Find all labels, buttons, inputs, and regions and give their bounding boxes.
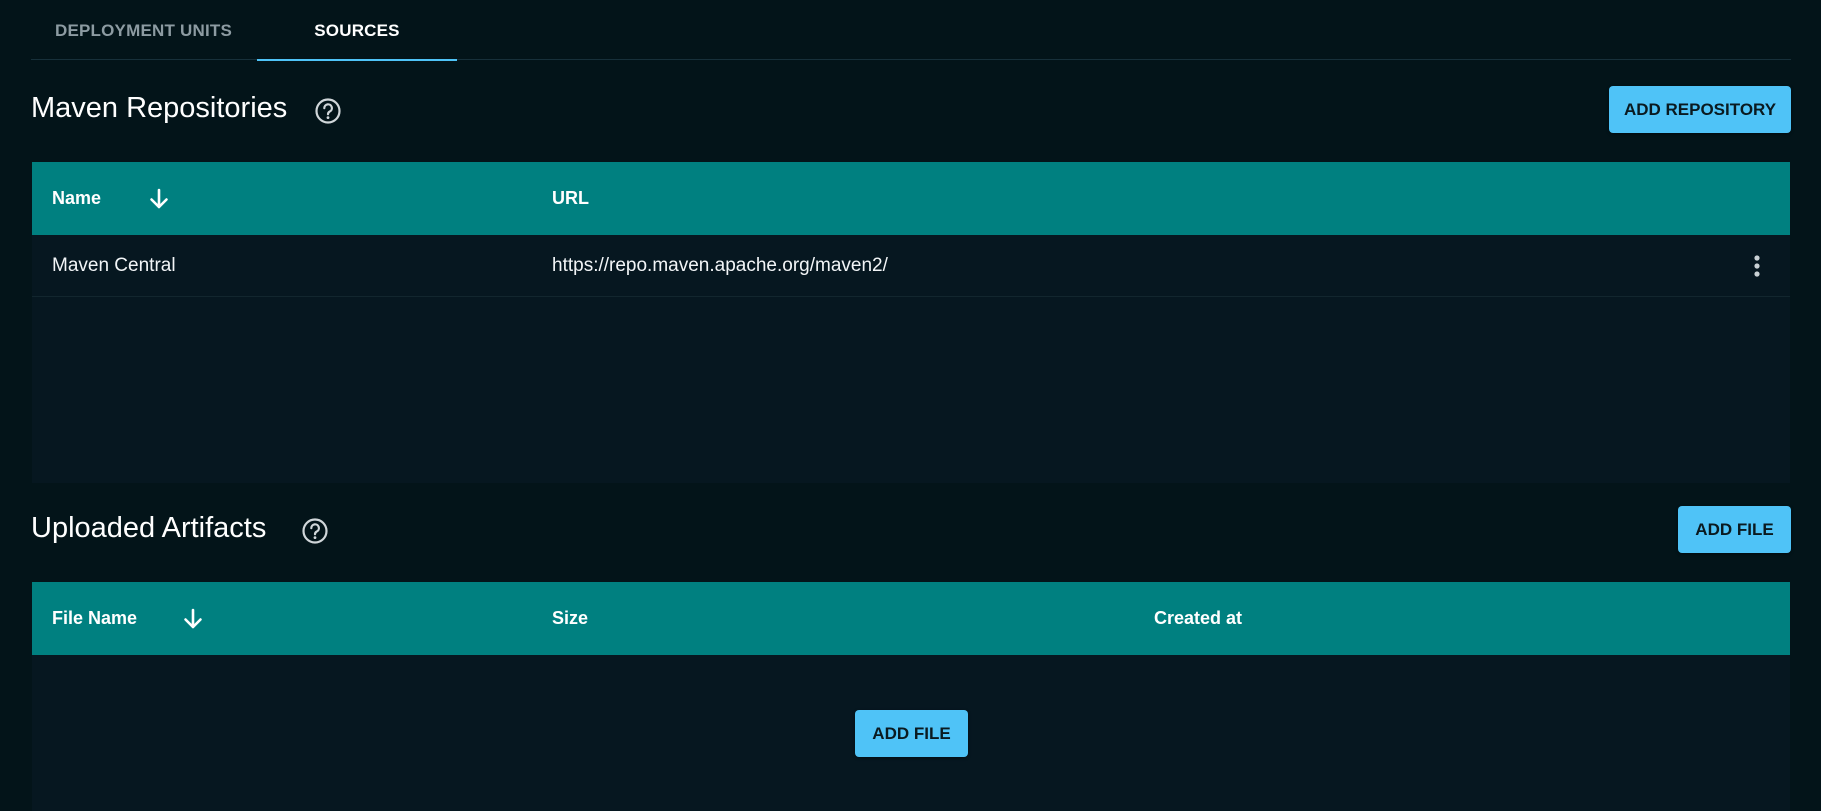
more-vertical-icon[interactable] xyxy=(1744,252,1770,280)
tab-bar: DEPLOYMENT UNITS SOURCES xyxy=(31,0,1791,61)
table-header: Name URL xyxy=(32,162,1790,235)
arrow-down-icon[interactable] xyxy=(181,607,205,631)
tab-deployment-units[interactable]: DEPLOYMENT UNITS xyxy=(31,0,256,60)
table-row[interactable]: Maven Central https://repo.maven.apache.… xyxy=(32,236,1790,297)
column-header-size[interactable]: Size xyxy=(552,582,588,655)
uploaded-artifacts-title: Uploaded Artifacts xyxy=(31,512,267,544)
repository-name: Maven Central xyxy=(52,255,176,276)
table-header: File Name Size Created at xyxy=(32,582,1790,655)
column-header-file-name[interactable]: File Name xyxy=(52,582,137,655)
help-circle-icon[interactable] xyxy=(301,517,329,545)
uploaded-artifacts-table: File Name Size Created at ADD FILE xyxy=(32,582,1790,811)
help-circle-icon[interactable] xyxy=(314,97,342,125)
maven-repositories-title: Maven Repositories xyxy=(31,92,288,124)
column-header-created-at[interactable]: Created at xyxy=(1154,582,1242,655)
repository-url: https://repo.maven.apache.org/maven2/ xyxy=(552,255,888,276)
maven-repositories-table: Name URL Maven Central https://repo.mave… xyxy=(32,162,1790,483)
arrow-down-icon[interactable] xyxy=(147,187,171,211)
tab-sources[interactable]: SOURCES xyxy=(257,0,457,61)
add-repository-button[interactable]: ADD REPOSITORY xyxy=(1609,86,1791,133)
add-file-button[interactable]: ADD FILE xyxy=(1678,506,1791,553)
column-header-name[interactable]: Name xyxy=(52,162,101,235)
page: DEPLOYMENT UNITS SOURCES Maven Repositor… xyxy=(0,0,1821,811)
column-header-url[interactable]: URL xyxy=(552,162,589,235)
empty-state-add-file-button[interactable]: ADD FILE xyxy=(855,710,968,757)
